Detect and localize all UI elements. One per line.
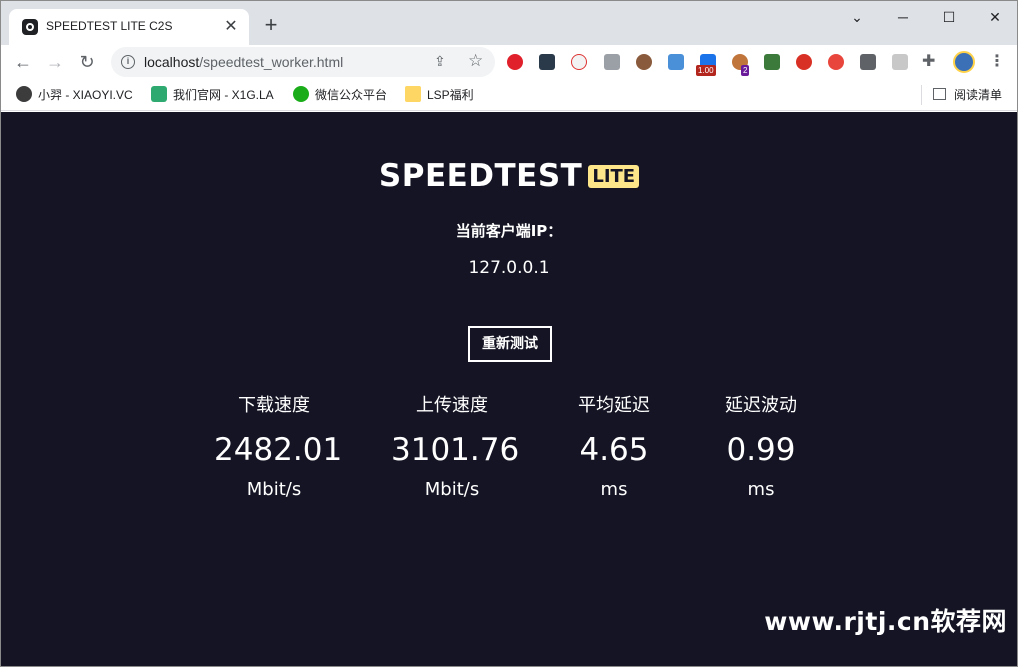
bookmark-wechat[interactable]: 微信公众平台 (293, 86, 387, 104)
copy-extension-icon[interactable] (604, 54, 620, 70)
tab-strip: SPEEDTEST LITE C2S ✕ + ⌄ ─ ☐ ✕ (1, 1, 1017, 45)
metric-label: 平均延迟 (578, 395, 650, 416)
bookmark-label: 微信公众平台 (315, 88, 388, 102)
metric-unit: ms (747, 479, 775, 500)
browser-toolbar: ← → ↻ i localhost/speedtest_worker.html … (1, 45, 1017, 79)
reading-list-icon (933, 88, 946, 100)
back-arrow-icon[interactable]: ← (10, 49, 36, 75)
wechat-bookmark-icon (293, 86, 309, 102)
metric-label: 下载速度 (238, 395, 310, 416)
bookmark-xiaoyi[interactable]: 小羿 - XIAOYI.VC (16, 86, 133, 104)
bookmarks-bar: 小羿 - XIAOYI.VC 我们官网 - X1G.LA 微信公众平台 LSP福… (1, 79, 1017, 111)
url-path: /speedtest_worker.html (199, 54, 344, 70)
share-icon[interactable]: ⇪ (434, 53, 446, 70)
client-ip-value: 127.0.0.1 (468, 258, 550, 278)
speedtest-logo: SPEEDTEST LITE (1, 158, 1017, 194)
reading-list-label: 阅读清单 (954, 88, 1003, 102)
browser-window: SPEEDTEST LITE C2S ✕ + ⌄ ─ ☐ ✕ ← → ↻ i l… (0, 0, 1018, 667)
bookmark-label: 我们官网 - X1G.LA (173, 88, 274, 102)
forward-arrow-icon[interactable]: → (42, 49, 68, 75)
metric-value: 2482.01 (214, 432, 343, 468)
block-extension-icon[interactable] (828, 54, 844, 70)
bookmark-star-icon[interactable]: ☆ (468, 51, 483, 71)
metric-value: 3101.76 (391, 432, 520, 468)
image-extension-icon[interactable] (668, 54, 684, 70)
extensions-puzzle-icon[interactable]: ✚ (922, 51, 935, 71)
screen-extension-icon[interactable] (892, 54, 908, 70)
retest-button[interactable]: 重新测试 (468, 326, 552, 362)
folder-icon (405, 86, 421, 102)
tab-speedtest[interactable]: SPEEDTEST LITE C2S ✕ (9, 9, 249, 45)
close-window-button[interactable]: ✕ (975, 5, 1015, 29)
opera-extension-icon[interactable] (507, 54, 523, 70)
metric-value: 4.65 (579, 432, 649, 468)
tab-search-chevron-down-icon[interactable]: ⌄ (837, 5, 877, 29)
metric-jitter: 延迟波动 0.99 ms (711, 392, 811, 504)
tab-title: SPEEDTEST LITE C2S (46, 19, 173, 33)
profile-avatar[interactable] (953, 51, 975, 73)
logo-lite-badge: LITE (588, 164, 640, 188)
reading-list-button[interactable]: 阅读清单 (933, 86, 1002, 104)
metric-unit: ms (600, 479, 628, 500)
metric-upload: 上传速度 3101.76 Mbit/s (391, 392, 520, 504)
terminal-extension-icon[interactable] (539, 54, 555, 70)
new-tab-button[interactable]: + (259, 14, 283, 38)
address-bar[interactable]: i localhost/speedtest_worker.html ⇪ ☆ (111, 47, 495, 77)
metric-download: 下载速度 2482.01 Mbit/s (214, 392, 343, 504)
site-info-icon[interactable]: i (121, 55, 135, 69)
metric-label: 延迟波动 (725, 395, 797, 416)
reload-icon[interactable]: ↻ (74, 49, 100, 75)
alert-extension-icon[interactable] (796, 54, 812, 70)
minimize-button[interactable]: ─ (883, 5, 923, 29)
bookmark-label: 小羿 - XIAOYI.VC (38, 88, 133, 102)
metric-ping: 平均延迟 4.65 ms (564, 392, 664, 504)
more-menu-icon[interactable]: ⋮ (989, 51, 1005, 71)
mountain-extension-icon[interactable] (860, 54, 876, 70)
compass-extension-icon[interactable] (571, 54, 587, 70)
gear-bookmark-icon (151, 86, 167, 102)
client-ip-label: 当前客户端IP： (455, 222, 563, 240)
bookmark-x1g[interactable]: 我们官网 - X1G.LA (151, 86, 274, 104)
bookmarks-divider (921, 85, 922, 105)
bookmark-folder-lsp[interactable]: LSP福利 (405, 86, 474, 104)
extension-badge-count: 2 (741, 65, 750, 76)
site-watermark: www.rjtj.cn软荐网 (764, 607, 1007, 636)
url-text[interactable]: localhost/speedtest_worker.html (144, 54, 343, 70)
bug-extension-icon[interactable] (764, 54, 780, 70)
avatar-bookmark-icon (16, 86, 32, 102)
url-host: localhost (144, 54, 200, 70)
metric-label: 上传速度 (416, 395, 488, 416)
metric-unit: Mbit/s (246, 479, 302, 500)
metric-value: 0.99 (726, 432, 796, 468)
maximize-button[interactable]: ☐ (929, 5, 969, 29)
close-tab-icon[interactable]: ✕ (221, 17, 241, 37)
speedtest-favicon-icon (22, 19, 38, 35)
extension-badge-value: 1.00 (696, 65, 716, 76)
cookie-extension-icon[interactable] (636, 54, 652, 70)
logo-title: SPEEDTEST (378, 158, 583, 194)
speedtest-page: SPEEDTEST LITE 当前客户端IP： 127.0.0.1 重新测试 下载… (1, 112, 1017, 666)
metric-unit: Mbit/s (424, 479, 480, 500)
bookmark-label: LSP福利 (427, 88, 474, 102)
